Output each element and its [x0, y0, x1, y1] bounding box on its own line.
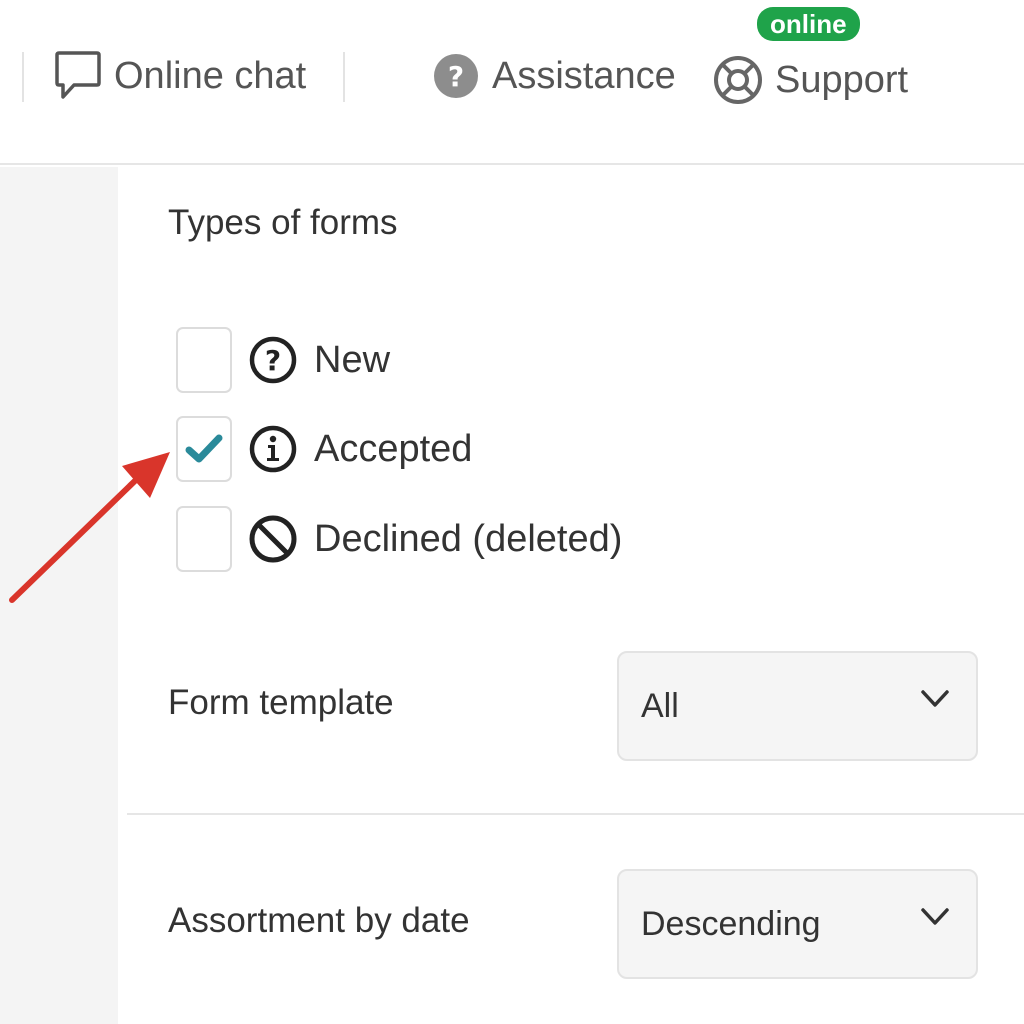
online-chat-link[interactable]: Online chat — [54, 48, 306, 104]
top-divider — [343, 52, 345, 102]
filter-declined-label: Declined (deleted) — [314, 517, 623, 560]
form-template-select[interactable]: All — [617, 651, 978, 761]
types-of-forms-title: Types of forms — [168, 203, 398, 242]
chevron-down-icon — [921, 690, 949, 707]
checkbox-accepted[interactable] — [176, 416, 232, 482]
top-bar: Online chat ? Assistance Support online — [0, 0, 1024, 165]
help-circle-icon: ? — [434, 54, 478, 98]
assistance-link[interactable]: ? Assistance — [432, 48, 676, 104]
top-divider — [22, 52, 24, 102]
svg-text:?: ? — [265, 344, 281, 377]
chat-bubble-icon — [55, 51, 101, 99]
support-link[interactable]: Support — [713, 52, 908, 108]
question-circle-icon: ? — [249, 336, 297, 384]
prohibited-icon — [249, 515, 297, 563]
section-divider — [127, 813, 1024, 815]
form-template-value: All — [641, 686, 679, 725]
left-sidebar — [0, 167, 118, 1024]
checkbox-new[interactable] — [176, 327, 232, 393]
lifebuoy-icon — [714, 56, 762, 104]
online-chat-label: Online chat — [114, 54, 307, 97]
sort-by-date-value: Descending — [641, 904, 821, 943]
filter-accepted[interactable]: Accepted — [176, 416, 472, 482]
checkbox-declined[interactable] — [176, 506, 232, 572]
filter-accepted-label: Accepted — [314, 427, 473, 470]
sort-by-date-select[interactable]: Descending — [617, 869, 978, 979]
filter-new-label: New — [314, 338, 391, 381]
support-label: Support — [775, 58, 909, 101]
sort-by-date-label: Assortment by date — [168, 901, 470, 940]
chevron-down-icon — [921, 908, 949, 925]
filter-new[interactable]: ? New — [176, 327, 390, 393]
assistance-label: Assistance — [492, 54, 676, 97]
info-circle-icon — [249, 425, 297, 473]
svg-text:?: ? — [448, 60, 464, 93]
online-status-badge: online — [757, 7, 860, 41]
form-template-label: Form template — [168, 683, 394, 722]
checkmark-icon — [185, 434, 223, 463]
filter-declined[interactable]: Declined (deleted) — [176, 506, 622, 572]
